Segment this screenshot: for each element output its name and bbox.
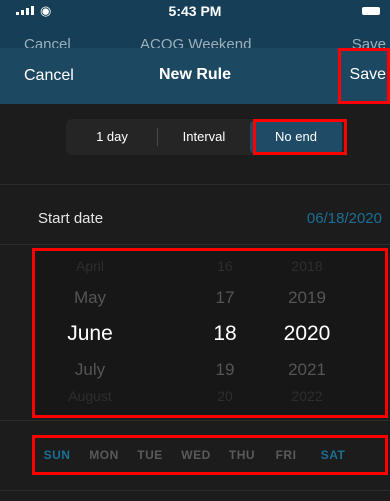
- date-picker[interactable]: April May June July August 16 17 18 19 2…: [35, 250, 385, 416]
- underlying-nav: Cancel ACOG Weekend Save: [0, 22, 390, 48]
- picker-year[interactable]: 2022: [269, 388, 345, 404]
- segment-no-end[interactable]: No end: [250, 121, 342, 153]
- picker-year[interactable]: 2018: [269, 258, 345, 274]
- segment-label: Interval: [182, 129, 226, 144]
- segment-interval[interactable]: Interval: [158, 119, 250, 155]
- status-time: 5:43 PM: [168, 3, 222, 19]
- picker-day[interactable]: 20: [197, 388, 253, 404]
- divider: [0, 184, 390, 185]
- underlying-cancel: Cancel: [24, 36, 71, 48]
- weekday-mon[interactable]: MON: [80, 448, 128, 462]
- picker-month[interactable]: April: [35, 258, 145, 274]
- weekday-wed[interactable]: WED: [172, 448, 220, 462]
- weekday-sat[interactable]: SAT: [308, 448, 358, 462]
- picker-month[interactable]: August: [35, 388, 145, 404]
- weekday-selector: SUN MON TUE WED THU FRI SAT: [34, 437, 388, 473]
- weekday-fri[interactable]: FRI: [264, 448, 308, 462]
- page-title: New Rule: [158, 66, 231, 83]
- picker-day[interactable]: 16: [197, 258, 253, 274]
- segment-label: No end: [275, 129, 317, 144]
- divider: [0, 244, 390, 245]
- weekday-thu[interactable]: THU: [220, 448, 264, 462]
- battery-icon: [362, 7, 380, 15]
- picker-day[interactable]: 17: [197, 288, 253, 308]
- segment-label: 1 day: [96, 129, 128, 144]
- picker-month[interactable]: May: [35, 288, 145, 308]
- underlying-save: Save: [351, 36, 386, 48]
- picker-day[interactable]: 19: [197, 360, 253, 380]
- weekday-tue[interactable]: TUE: [128, 448, 172, 462]
- picker-year[interactable]: 2019: [269, 288, 345, 308]
- picker-year-selected[interactable]: 2020: [269, 322, 345, 346]
- status-bar: ◉ 5:43 PM: [0, 0, 390, 22]
- underlying-title: ACOG Weekend: [140, 36, 252, 48]
- segment-1-day[interactable]: 1 day: [66, 119, 158, 155]
- divider: [0, 420, 390, 421]
- weekday-sun[interactable]: SUN: [34, 448, 80, 462]
- picker-day-selected[interactable]: 18: [197, 322, 253, 346]
- save-button[interactable]: Save: [350, 66, 386, 84]
- picker-year[interactable]: 2021: [269, 360, 345, 380]
- start-date-label: Start date: [38, 210, 104, 227]
- divider: [0, 490, 390, 491]
- segmented-control: 1 day Interval No end: [66, 119, 344, 155]
- start-date-value[interactable]: 06/18/2020: [307, 210, 382, 227]
- picker-month[interactable]: July: [35, 360, 145, 380]
- picker-month-selected[interactable]: June: [35, 322, 145, 346]
- nav-bar: Cancel New Rule Save: [0, 48, 390, 104]
